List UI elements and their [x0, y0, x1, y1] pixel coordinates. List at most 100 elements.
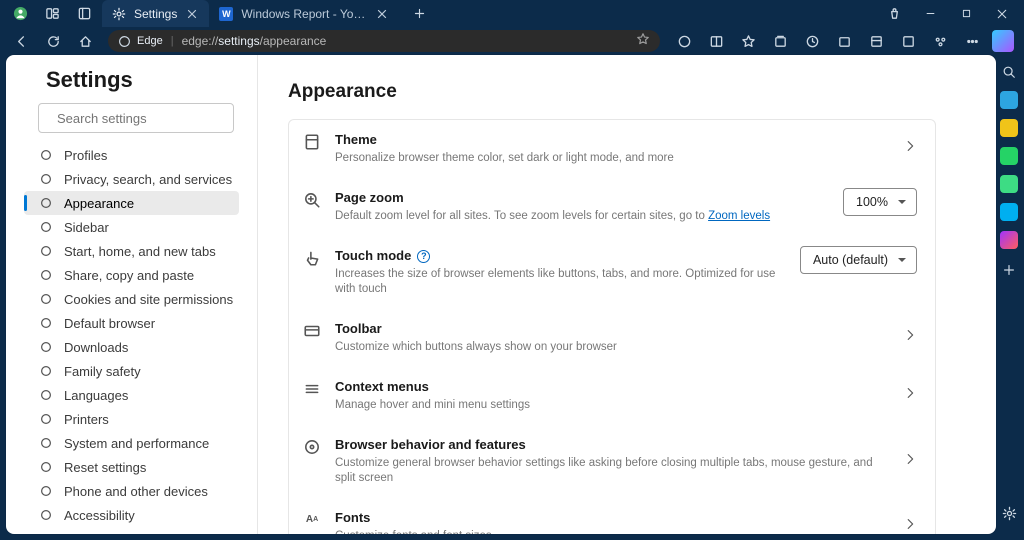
sidebar-app-android[interactable] [1000, 175, 1018, 193]
maximize-button[interactable] [948, 0, 984, 27]
close-window-button[interactable] [984, 0, 1020, 27]
favorite-star-icon[interactable] [636, 32, 650, 51]
more-menu-icon[interactable] [956, 28, 988, 54]
extension3-icon[interactable] [892, 28, 924, 54]
sidebar-item-label: Languages [64, 388, 128, 403]
browser-toolbar: Edge | edge://settings/appearance [0, 27, 1024, 55]
sidebar-item-phone-and-other-devices[interactable]: Phone and other devices [24, 479, 239, 503]
sidebar-item-label: Appearance [64, 196, 134, 211]
cookie-icon [38, 291, 54, 307]
menu-icon [303, 380, 321, 398]
sidebar-item-label: Start, home, and new tabs [64, 244, 216, 259]
sidebar-item-languages[interactable]: Languages [24, 383, 239, 407]
back-button[interactable] [6, 28, 36, 54]
access-icon [38, 507, 54, 523]
phone-icon [38, 483, 54, 499]
window-titlebar: Settings W Windows Report - Your go-to s… [0, 0, 1024, 27]
sidebar-item-system-and-performance[interactable]: System and performance [24, 431, 239, 455]
sidebar-item-privacy-search-and-services[interactable]: Privacy, search, and services [24, 167, 239, 191]
sidebar-add-icon[interactable] [1002, 263, 1016, 282]
sidebar-item-printers[interactable]: Printers [24, 407, 239, 431]
row-context-menus[interactable]: Context menus Manage hover and mini menu… [289, 367, 935, 425]
row-toolbar[interactable]: Toolbar Customize which buttons always s… [289, 309, 935, 367]
gear-icon [112, 7, 126, 21]
workspaces-icon[interactable] [36, 0, 68, 27]
sidebar-settings-icon[interactable] [1002, 506, 1017, 526]
sidebar-item-label: Privacy, search, and services [64, 172, 232, 187]
sidebar-item-sidebar[interactable]: Sidebar [24, 215, 239, 239]
help-icon[interactable]: ? [417, 250, 430, 263]
new-tab-button[interactable] [405, 0, 433, 27]
site-identity[interactable]: Edge [118, 35, 163, 48]
extension4-icon[interactable] [924, 28, 956, 54]
refresh-button[interactable] [38, 28, 68, 54]
row-browser-behavior[interactable]: Browser behavior and features Customize … [289, 425, 935, 498]
sidebar-item-accessibility[interactable]: Accessibility [24, 503, 239, 527]
close-icon[interactable] [185, 7, 199, 21]
printer-icon [38, 411, 54, 427]
collections-icon[interactable] [764, 28, 796, 54]
sidebar-item-label: Default browser [64, 316, 155, 331]
history-icon[interactable] [796, 28, 828, 54]
tab-actions-icon[interactable] [68, 0, 100, 27]
favorites-icon[interactable] [732, 28, 764, 54]
tab-settings[interactable]: Settings [102, 0, 209, 27]
profile-avatar[interactable] [4, 0, 36, 27]
download-icon [38, 339, 54, 355]
sidebar-app-messenger[interactable] [1000, 231, 1018, 249]
toolbar-icon [303, 322, 321, 340]
browser-sidebar [997, 55, 1021, 534]
search-input[interactable] [57, 111, 233, 126]
sidebar-item-share-copy-and-paste[interactable]: Share, copy and paste [24, 263, 239, 287]
family-icon [38, 363, 54, 379]
sidebar-app-telegram[interactable] [1000, 91, 1018, 109]
split-screen-icon[interactable] [700, 28, 732, 54]
sidebar-app-skype[interactable] [1000, 203, 1018, 221]
protocol-label: Edge [137, 35, 163, 47]
sidebar-search-icon[interactable] [1000, 63, 1018, 81]
close-icon[interactable] [375, 7, 389, 21]
theme-icon [303, 133, 321, 151]
row-fonts[interactable]: AA Fonts Customize fonts and font sizes [289, 498, 935, 534]
row-touch-mode: Touch mode? Increases the size of browse… [289, 236, 935, 309]
sidebar-item-label: Profiles [64, 148, 107, 163]
address-bar[interactable]: Edge | edge://settings/appearance [108, 30, 660, 52]
extension-icon[interactable] [828, 28, 860, 54]
page-heading: Appearance [288, 81, 936, 103]
sidebar-app-smiley[interactable] [1000, 119, 1018, 137]
zoom-select[interactable]: 100% [843, 188, 917, 216]
sidebar-item-label: Downloads [64, 340, 128, 355]
row-theme[interactable]: Theme Personalize browser theme color, s… [289, 120, 935, 178]
sidebar-item-about-microsoft-edge[interactable]: About Microsoft Edge [24, 527, 239, 534]
behavior-icon [303, 438, 321, 456]
sidebar-item-appearance[interactable]: Appearance [24, 191, 239, 215]
sidebar-item-label: Share, copy and paste [64, 268, 194, 283]
chevron-right-icon [903, 517, 917, 534]
tab-label: Settings [134, 7, 177, 21]
sidebar-item-default-browser[interactable]: Default browser [24, 311, 239, 335]
rewards-icon[interactable] [876, 0, 912, 27]
sidebar-icon [38, 219, 54, 235]
share-icon [38, 267, 54, 283]
minimize-button[interactable] [912, 0, 948, 27]
chevron-right-icon [903, 452, 917, 471]
settings-page: Settings ProfilesPrivacy, search, and se… [6, 55, 996, 534]
sidebar-app-whatsapp[interactable] [1000, 147, 1018, 165]
tab-strip: Settings W Windows Report - Your go-to s… [102, 0, 433, 27]
copilot-side-icon[interactable] [992, 30, 1014, 52]
sidebar-item-family-safety[interactable]: Family safety [24, 359, 239, 383]
home-button[interactable] [70, 28, 100, 54]
tab-windows-report[interactable]: W Windows Report - Your go-to sou [209, 0, 399, 27]
url-text: edge://settings/appearance [182, 34, 327, 48]
sidebar-item-downloads[interactable]: Downloads [24, 335, 239, 359]
touch-select[interactable]: Auto (default) [800, 246, 917, 274]
sidebar-item-label: Reset settings [64, 460, 146, 475]
sidebar-item-reset-settings[interactable]: Reset settings [24, 455, 239, 479]
copilot-icon[interactable] [668, 28, 700, 54]
sidebar-item-start-home-and-new-tabs[interactable]: Start, home, and new tabs [24, 239, 239, 263]
sidebar-item-profiles[interactable]: Profiles [24, 143, 239, 167]
settings-search[interactable] [38, 103, 234, 133]
extension2-icon[interactable] [860, 28, 892, 54]
sidebar-item-cookies-and-site-permissions[interactable]: Cookies and site permissions [24, 287, 239, 311]
zoom-levels-link[interactable]: Zoom levels [708, 210, 770, 222]
